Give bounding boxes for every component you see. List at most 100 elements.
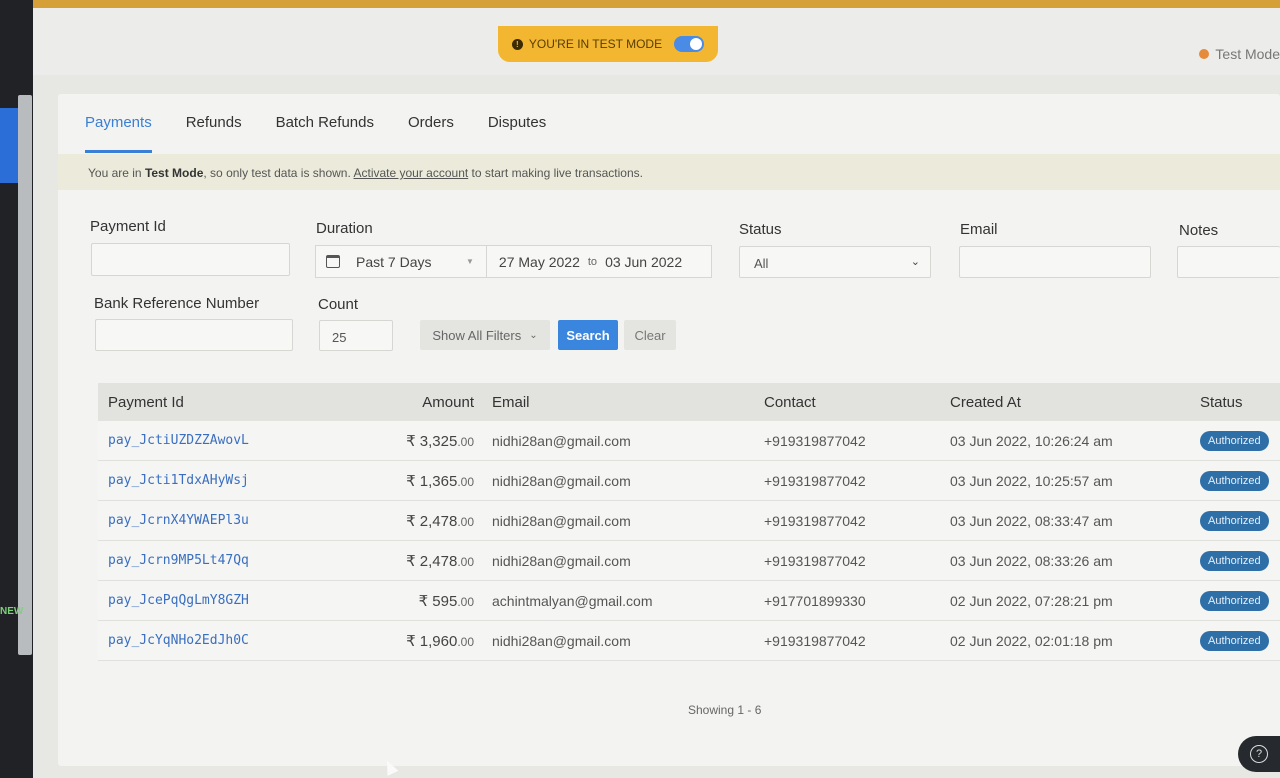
table-row[interactable]: pay_Jcti1TdxAHyWsj ₹ 1,365.00 nidhi28an@… [98, 461, 1280, 501]
bank-ref-label: Bank Reference Number [94, 295, 260, 312]
table-row[interactable]: pay_JcePqQgLmY8GZH ₹ 595.00 achintmalyan… [98, 581, 1280, 621]
email-cell: achintmalyan@gmail.com [492, 592, 653, 609]
contact-cell: +919319877042 [764, 432, 866, 449]
date-to: 03 Jun 2022 [605, 253, 683, 270]
created-at-cell: 03 Jun 2022, 10:26:24 am [950, 432, 1113, 449]
table-row[interactable]: pay_JcrnX4YWAEPl3u ₹ 2,478.00 nidhi28an@… [98, 501, 1280, 541]
payment-id-label: Payment Id [90, 218, 166, 235]
table-row[interactable]: pay_JcYqNHo2EdJh0C ₹ 1,960.00 nidhi28an@… [98, 621, 1280, 661]
calendar-icon [326, 255, 340, 268]
payment-id-link[interactable]: pay_JcePqQgLmY8GZH [98, 593, 378, 608]
caret-down-icon: ▼ [466, 257, 474, 266]
status-badge: Authorized [1200, 630, 1269, 651]
created-at-cell: 03 Jun 2022, 08:33:26 am [950, 552, 1113, 569]
status-cell: Authorized [1200, 630, 1280, 651]
account-menu[interactable]: Test Mode [1199, 46, 1280, 62]
email-cell: nidhi28an@gmail.com [492, 552, 631, 569]
tab-disputes[interactable]: Disputes [488, 106, 546, 154]
test-mode-indicator: ! YOU'RE IN TEST MODE [498, 26, 718, 62]
col-contact: Contact [764, 393, 816, 411]
col-email: Email [492, 393, 530, 411]
test-mode-banner: You are in Test Mode, so only test data … [58, 154, 1280, 190]
payment-id-link[interactable]: pay_JcrnX4YWAEPl3u [98, 513, 378, 528]
created-at-cell: 02 Jun 2022, 07:28:21 pm [950, 592, 1113, 609]
tab-refunds[interactable]: Refunds [186, 106, 242, 154]
tab-payments[interactable]: Payments [85, 106, 152, 154]
date-separator: to [587, 255, 598, 268]
pagination-summary: Showing 1 - 6 [688, 703, 762, 717]
tab-batch-refunds[interactable]: Batch Refunds [276, 106, 374, 154]
status-badge: Authorized [1200, 550, 1269, 571]
bank-ref-input[interactable] [95, 319, 293, 351]
email-cell: nidhi28an@gmail.com [492, 632, 631, 649]
col-payment-id: Payment Id [108, 393, 184, 411]
clear-button[interactable]: Clear [624, 320, 676, 350]
col-status: Status [1200, 393, 1243, 411]
email-cell: nidhi28an@gmail.com [492, 472, 631, 489]
status-select-value: All [754, 256, 769, 271]
email-cell: nidhi28an@gmail.com [492, 512, 631, 529]
info-icon: ! [511, 38, 523, 50]
status-badge: Authorized [1200, 430, 1269, 451]
duration-preset[interactable]: Past 7 Days [356, 254, 466, 270]
tab-orders[interactable]: Orders [408, 106, 454, 154]
payment-id-link[interactable]: pay_Jcrn9MP5Lt47Qq [98, 553, 378, 568]
payments-card: Payments Refunds Batch Refunds Orders Di… [58, 94, 1280, 766]
help-button[interactable]: ? [1238, 736, 1280, 772]
amount-cell: ₹ 1,365.00 [406, 472, 474, 490]
created-at-cell: 03 Jun 2022, 10:25:57 am [950, 472, 1113, 489]
status-badge: Authorized [1200, 470, 1269, 491]
created-at-cell: 02 Jun 2022, 02:01:18 pm [950, 632, 1113, 649]
contact-cell: +919319877042 [764, 512, 866, 529]
amount-cell: ₹ 2,478.00 [406, 552, 474, 570]
email-cell: nidhi28an@gmail.com [492, 432, 631, 449]
status-dot-icon [1199, 49, 1210, 59]
payment-id-link[interactable]: pay_JctiUZDZZAwovL [98, 433, 378, 448]
payment-id-link[interactable]: pay_Jcti1TdxAHyWsj [98, 473, 378, 488]
date-from: 27 May 2022 [498, 253, 580, 270]
status-cell: Authorized [1200, 590, 1280, 611]
contact-cell: +917701899330 [764, 592, 866, 609]
count-input[interactable]: 25 [319, 320, 393, 351]
email-input[interactable] [959, 246, 1151, 278]
duration-label: Duration [316, 220, 373, 237]
contact-cell: +919319877042 [764, 632, 866, 649]
chevron-down-icon: ⌄ [910, 256, 920, 268]
test-mode-toggle[interactable] [674, 36, 705, 52]
status-select[interactable]: All ⌄ [739, 246, 931, 278]
question-icon: ? [1250, 745, 1268, 763]
notes-input[interactable] [1177, 246, 1280, 278]
contact-cell: +919319877042 [764, 552, 866, 569]
activate-account-link[interactable]: Activate your account [353, 166, 468, 180]
payment-id-link[interactable]: pay_JcYqNHo2EdJh0C [98, 633, 378, 648]
col-created-at: Created At [950, 393, 1021, 411]
duration-picker[interactable]: Past 7 Days ▼ 27 May 2022 to 03 Jun 2022 [315, 245, 712, 278]
new-badge: NEW [0, 606, 24, 617]
banner-suffix: to start making live transactions. [468, 166, 643, 180]
account-status-label: Test Mode [1215, 46, 1280, 62]
chevron-down-icon: ⌄ [529, 329, 538, 341]
notes-label: Notes [1179, 222, 1219, 239]
banner-middle: , so only test data is shown. [203, 166, 354, 180]
show-all-filters-button[interactable]: Show All Filters ⌄ [420, 320, 550, 350]
date-range[interactable]: 27 May 2022 to 03 Jun 2022 [485, 246, 683, 277]
show-all-filters-label: Show All Filters [432, 327, 522, 343]
payment-id-input[interactable] [91, 243, 290, 276]
status-cell: Authorized [1200, 510, 1280, 531]
status-cell: Authorized [1200, 470, 1280, 491]
banner-prefix: You are in [88, 166, 145, 180]
test-mode-label: YOU'RE IN TEST MODE [528, 37, 663, 51]
created-at-cell: 03 Jun 2022, 08:33:47 am [950, 512, 1113, 529]
amount-cell: ₹ 595.00 [418, 592, 474, 610]
table-row[interactable]: pay_JctiUZDZZAwovL ₹ 3,325.00 nidhi28an@… [98, 421, 1280, 461]
status-cell: Authorized [1200, 430, 1280, 451]
status-label: Status [739, 221, 782, 238]
topbar: ! YOU'RE IN TEST MODE Test Mode [33, 0, 1280, 75]
table-row[interactable]: pay_Jcrn9MP5Lt47Qq ₹ 2,478.00 nidhi28an@… [98, 541, 1280, 581]
amount-cell: ₹ 2,478.00 [406, 512, 474, 530]
search-button[interactable]: Search [558, 320, 618, 350]
scrollbar[interactable] [18, 95, 32, 655]
status-badge: Authorized [1200, 590, 1269, 611]
amount-cell: ₹ 3,325.00 [406, 432, 474, 450]
table-header: Payment Id Amount Email Contact Created … [98, 383, 1280, 421]
